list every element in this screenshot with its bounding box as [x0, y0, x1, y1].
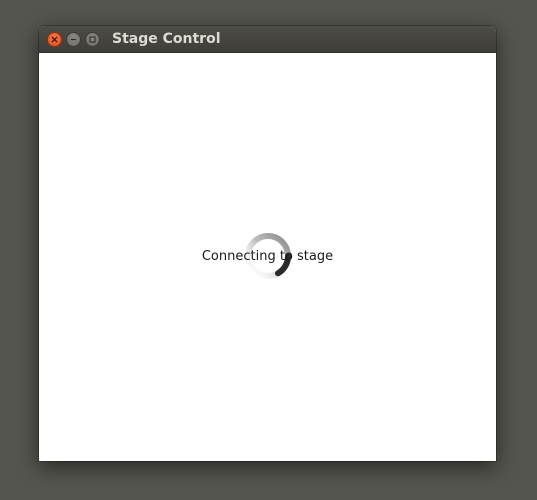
main-content: Connecting to stage: [39, 53, 496, 461]
maximize-button[interactable]: [85, 32, 100, 47]
maximize-icon: [89, 36, 96, 43]
close-icon: [51, 36, 58, 43]
title-bar[interactable]: Stage Control: [39, 26, 496, 53]
app-window: Stage Control Connecting to stage: [39, 26, 496, 461]
minimize-icon: [71, 38, 76, 41]
close-button[interactable]: [47, 32, 62, 47]
connection-status-text: Connecting to stage: [201, 249, 334, 264]
minimize-button[interactable]: [66, 32, 81, 47]
window-title: Stage Control: [112, 31, 221, 47]
